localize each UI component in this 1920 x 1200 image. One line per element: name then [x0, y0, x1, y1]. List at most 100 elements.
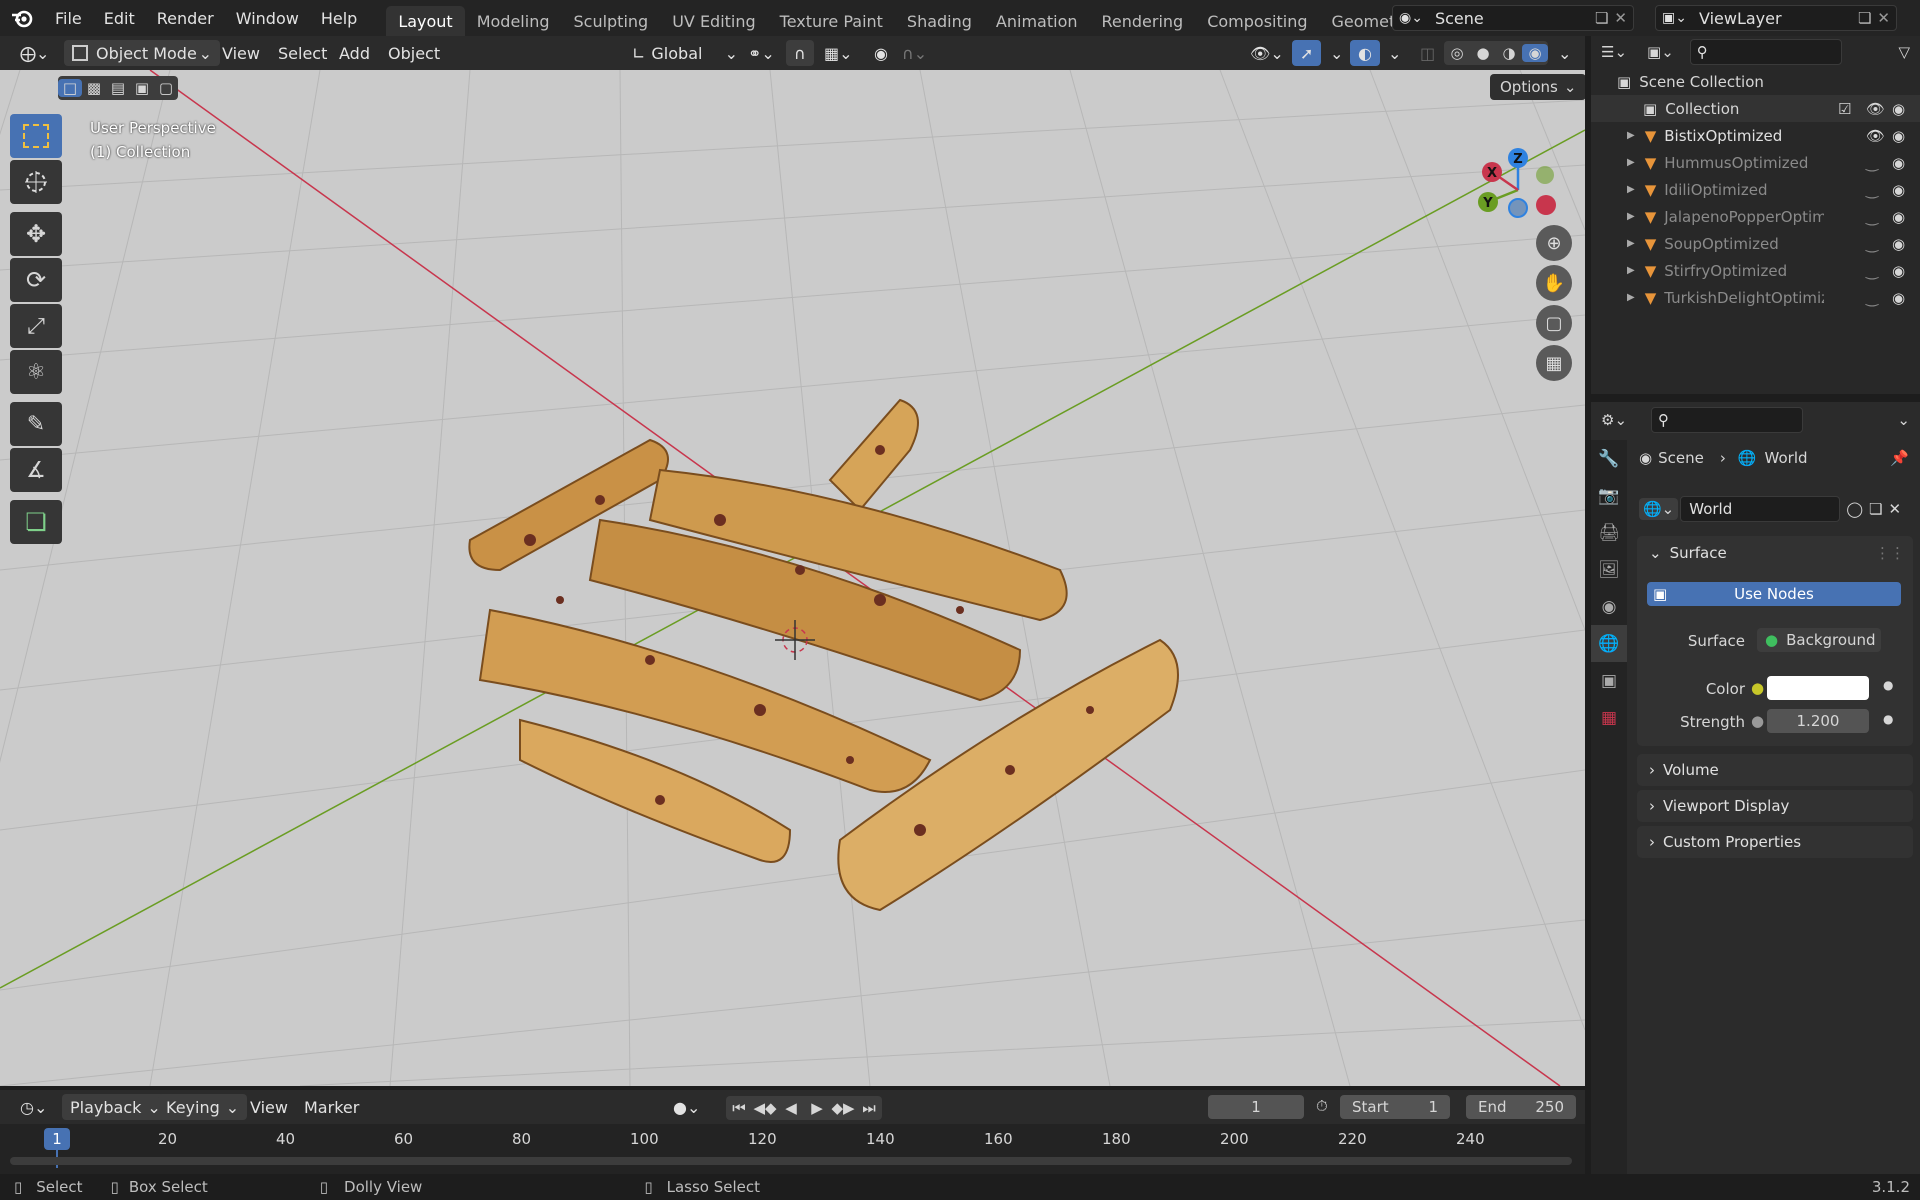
marker-menu[interactable]: Marker	[296, 1094, 367, 1120]
overlays-dropdown[interactable]: ⌄	[1380, 40, 1409, 66]
outliner-row-collection[interactable]: ▣ Collection ☑ 👁 ◉	[1591, 95, 1920, 122]
outliner-row-object[interactable]: ▶ ▼ HummusOptimized ‿ ◉	[1591, 149, 1920, 176]
camera-render-icon[interactable]: ◉	[1892, 154, 1905, 172]
visibility-dropdown[interactable]: 👁⌄	[1242, 40, 1292, 66]
custom-properties-panel[interactable]: › Custom Properties	[1637, 826, 1913, 858]
tab-sculpting[interactable]: Sculpting	[561, 6, 660, 36]
expand-arrow-icon[interactable]: ▶	[1627, 157, 1635, 168]
properties-search-input[interactable]: ⚲	[1651, 407, 1804, 433]
prev-keyframe-icon[interactable]: ◀◆	[752, 1099, 778, 1117]
camera-render-icon[interactable]: ◉	[1892, 289, 1905, 307]
surface-panel-header[interactable]: ⌄ Surface ⋮⋮	[1637, 536, 1913, 570]
transform-tool-icon[interactable]: ⚛	[10, 350, 62, 394]
play-icon[interactable]: ▶	[804, 1099, 830, 1117]
outliner-row-object[interactable]: ▶ ▼ StirfryOptimized ‿ ◉	[1591, 257, 1920, 284]
tab-uv-editing[interactable]: UV Editing	[660, 6, 767, 36]
fake-user-shield-icon[interactable]: ◯	[1846, 500, 1863, 518]
select-intersect-icon[interactable]: ▢	[154, 79, 178, 97]
view-layer-selector[interactable]: ▣⌄ ViewLayer ❏ ✕	[1655, 5, 1897, 31]
remove-view-layer-icon[interactable]: ✕	[1877, 9, 1890, 27]
outliner-row-scene-collection[interactable]: ▣ Scene Collection	[1591, 68, 1920, 95]
camera-render-icon[interactable]: ◉	[1892, 235, 1905, 253]
menu-file[interactable]: File	[44, 0, 93, 36]
playback-menu[interactable]: Playback ⌄	[62, 1094, 169, 1120]
eye-closed-icon[interactable]: ‿	[1866, 235, 1878, 253]
tab-layout[interactable]: Layout	[386, 6, 465, 36]
remove-scene-icon[interactable]: ✕	[1614, 9, 1627, 27]
food-model[interactable]	[0, 70, 1585, 1086]
strength-socket-icon[interactable]: ●	[1751, 712, 1764, 730]
menu-object[interactable]: Object	[380, 40, 448, 66]
surface-shader-dropdown[interactable]: ● Background	[1757, 628, 1881, 652]
options-dropdown[interactable]: Options ⌄	[1490, 74, 1585, 100]
select-box-tool-icon[interactable]	[10, 114, 62, 158]
scene-tab-icon[interactable]: ◉	[1591, 588, 1627, 625]
camera-render-icon[interactable]: ◉	[1892, 127, 1905, 145]
expand-arrow-icon[interactable]: ▶	[1627, 130, 1635, 141]
snap-toggle[interactable]: ∩	[786, 40, 814, 66]
view-layer-tab-icon[interactable]: 🖼	[1591, 551, 1627, 588]
background-color-swatch[interactable]	[1767, 676, 1869, 700]
render-tab-icon[interactable]: 📷	[1591, 477, 1627, 514]
grid-perspective-icon[interactable]: ▦	[1536, 345, 1572, 381]
world-tab-icon[interactable]: 🌐	[1591, 625, 1627, 662]
collection-tab-icon[interactable]: ▣	[1591, 662, 1627, 699]
eye-closed-icon[interactable]: ‿	[1866, 289, 1878, 307]
start-frame-field[interactable]: Start 1	[1340, 1095, 1450, 1119]
duplicate-icon[interactable]: ❏	[1869, 500, 1882, 518]
scene-selector[interactable]: ◉⌄ Scene ❏ ✕	[1392, 5, 1634, 31]
menu-edit[interactable]: Edit	[93, 0, 146, 36]
navigation-gizmo[interactable]: Z Y X	[1460, 120, 1580, 240]
outliner-row-object[interactable]: ▶ ▼ IdiliOptimized ‿ ◉	[1591, 176, 1920, 203]
scale-tool-icon[interactable]: ⤢	[10, 304, 62, 348]
expand-arrow-icon[interactable]: ▶	[1627, 292, 1635, 303]
pin-icon[interactable]: 📌	[1890, 449, 1909, 467]
camera-icon[interactable]: ▢	[1536, 305, 1572, 341]
volume-panel[interactable]: › Volume	[1637, 754, 1913, 786]
shading-dropdown[interactable]: ⌄	[1550, 40, 1579, 66]
overlays-toggle[interactable]: ◐	[1350, 40, 1380, 66]
tab-compositing[interactable]: Compositing	[1195, 6, 1319, 36]
eye-closed-icon[interactable]: ‿	[1866, 262, 1878, 280]
outliner-row-object[interactable]: ▶ ▼ JalapenoPopperOptimi ‿ ◉	[1591, 203, 1920, 230]
rotate-tool-icon[interactable]: ⟳	[10, 258, 62, 302]
world-datablock-selector[interactable]: 🌐⌄ World ◯ ❏ ✕	[1639, 496, 1911, 522]
use-nodes-button[interactable]: ▣ Use Nodes	[1647, 582, 1901, 606]
new-scene-icon[interactable]: ❏	[1595, 9, 1608, 27]
end-frame-field[interactable]: End 250	[1466, 1095, 1576, 1119]
stopwatch-icon[interactable]: ⏱	[1316, 1097, 1328, 1115]
zoom-icon[interactable]: ⊕	[1536, 225, 1572, 261]
transform-orientation-dropdown[interactable]: ∟ Global ⌄	[624, 40, 746, 66]
eye-closed-icon[interactable]: ‿	[1866, 154, 1878, 172]
cursor-tool-icon[interactable]	[10, 160, 62, 204]
viewport-display-panel[interactable]: › Viewport Display	[1637, 790, 1913, 822]
expand-arrow-icon[interactable]: ▶	[1627, 184, 1635, 195]
play-reverse-icon[interactable]: ◀	[778, 1099, 804, 1117]
select-extend-icon[interactable]: ▩	[82, 79, 106, 97]
3d-viewport[interactable]: User Perspective (1) Collection □ ▩ ▤ ▣ …	[0, 70, 1585, 1086]
output-tab-icon[interactable]: 🖨	[1591, 514, 1627, 551]
annotate-tool-icon[interactable]: ✎	[10, 402, 62, 446]
menu-view[interactable]: View	[214, 40, 268, 66]
solid-shading-icon[interactable]: ●	[1470, 44, 1496, 62]
keyframe-dot-icon[interactable]: ●	[1883, 712, 1893, 726]
outliner-row-object[interactable]: ▶ ▼ BistixOptimized 👁 ◉	[1591, 122, 1920, 149]
camera-render-icon[interactable]: ◉	[1892, 181, 1905, 199]
timeline-editor-type[interactable]: ◷⌄	[12, 1094, 55, 1120]
outliner-search-input[interactable]: ⚲	[1689, 39, 1842, 65]
gizmo-toggle[interactable]: ➚	[1292, 40, 1322, 66]
camera-render-icon[interactable]: ◉	[1892, 208, 1905, 226]
expand-arrow-icon[interactable]: ▶	[1627, 211, 1635, 222]
eye-icon[interactable]: 👁	[1866, 127, 1885, 145]
timeline-view-menu[interactable]: View	[242, 1094, 296, 1120]
add-cube-tool-icon[interactable]: ❏	[10, 500, 62, 544]
filter-icon[interactable]: ▽	[1898, 43, 1910, 61]
measure-tool-icon[interactable]: ∡	[10, 448, 62, 492]
outliner-row-object[interactable]: ▶ ▼ SoupOptimized ‿ ◉	[1591, 230, 1920, 257]
proportional-edit-toggle[interactable]: ◉	[866, 40, 896, 66]
xray-toggle[interactable]: ◫	[1412, 40, 1443, 66]
keying-menu[interactable]: Keying ⌄	[158, 1094, 248, 1120]
snap-target-dropdown[interactable]: ▦⌄	[816, 40, 861, 66]
camera-render-icon[interactable]: ◉	[1892, 100, 1905, 118]
pivot-point-dropdown[interactable]: ⚭⌄	[740, 40, 783, 66]
